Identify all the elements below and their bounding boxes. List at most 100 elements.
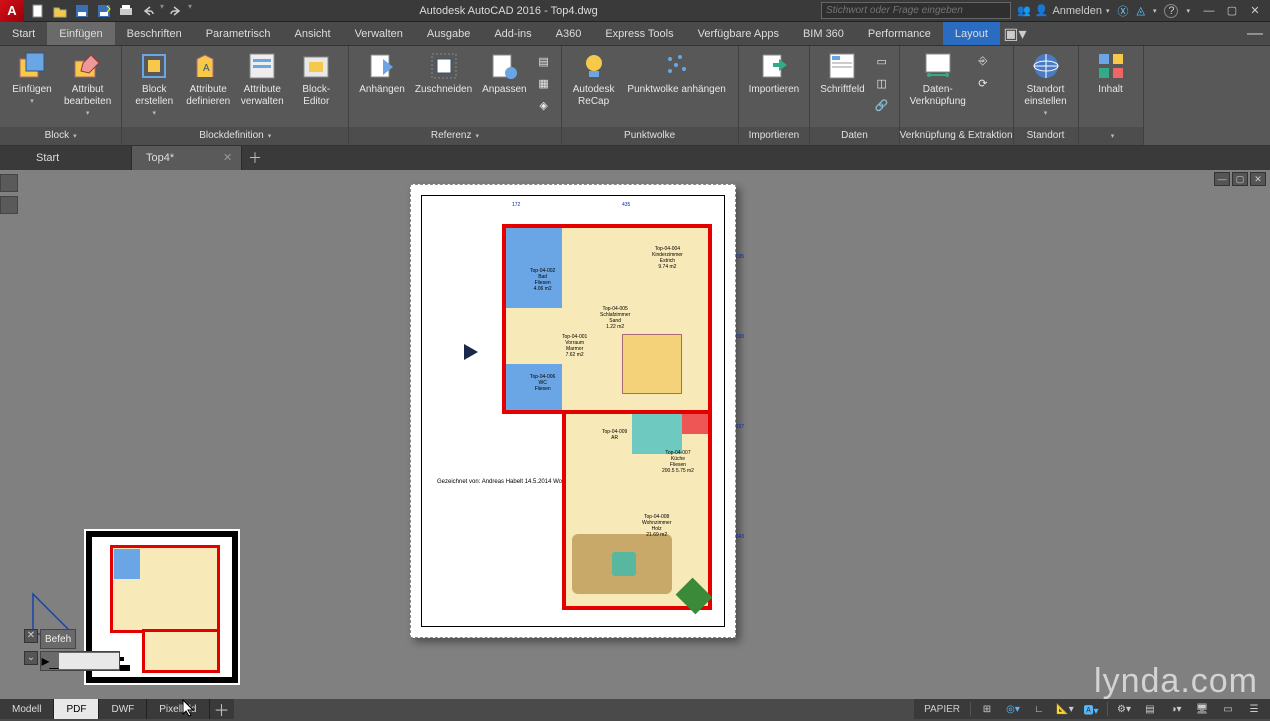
signin-label: Anmelden	[1052, 5, 1102, 17]
panel-title-referenz[interactable]: Referenz	[349, 127, 560, 145]
tab-start[interactable]: Start	[0, 22, 47, 45]
status-custom-icon[interactable]: ☰	[1244, 701, 1264, 717]
infocenter-signin[interactable]: 👥 👤 Anmelden ▾	[1017, 4, 1109, 17]
location-button[interactable]: Standort einstellen▾	[1020, 48, 1072, 119]
exchange-icon[interactable]: Ⓧ	[1118, 3, 1129, 19]
layout-tab-pdf[interactable]: PDF	[54, 699, 99, 719]
tab-layout[interactable]: Layout	[943, 22, 1000, 45]
block-create-button[interactable]: Block erstellen▾	[128, 48, 180, 119]
panel-title-blockdef[interactable]: Blockdefinition	[122, 127, 348, 145]
status-ortho-icon[interactable]: ∟	[1029, 701, 1049, 717]
layout-tab-dwf[interactable]: DWF	[99, 699, 147, 719]
drawing-area[interactable]: — ▢ ✕ Gezeichnet von: Andreas Habelt 14.…	[0, 170, 1270, 699]
a360-icon[interactable]: ◬	[1137, 4, 1145, 17]
attr-manage-button[interactable]: Attribute verwalten	[236, 48, 288, 110]
content-button[interactable]: Inhalt	[1085, 48, 1137, 98]
update-link-icon[interactable]: ⟳	[974, 74, 992, 92]
status-scale-icon[interactable]: 📐▾	[1055, 701, 1075, 717]
titleblock-button[interactable]: Schriftfeld	[816, 48, 868, 98]
status-grid-icon[interactable]: ⊞	[977, 701, 997, 717]
paper-layout[interactable]: Gezeichnet von: Andreas Habelt 14.5.2014…	[410, 184, 736, 638]
status-layout-icon[interactable]: ▤	[1140, 701, 1160, 717]
plot-icon[interactable]	[116, 2, 136, 20]
minimize-button[interactable]: —	[1198, 2, 1220, 20]
ribbon-options-icon[interactable]: ▣▾	[1000, 22, 1030, 45]
adjust-button[interactable]: Anpassen	[478, 48, 530, 98]
app-logo[interactable]: A	[0, 0, 24, 22]
attach-button[interactable]: Anhängen	[355, 48, 409, 98]
vp-maximize-button[interactable]: ▢	[1232, 172, 1248, 186]
close-button[interactable]: ✕	[1244, 2, 1266, 20]
panel-title-inhalt[interactable]	[1079, 127, 1143, 145]
cmd-customize-icon[interactable]: ⌄	[24, 651, 38, 665]
location-icon	[1030, 50, 1062, 82]
field-icon[interactable]: ▭	[873, 52, 891, 70]
tab-verwalten[interactable]: Verwalten	[343, 22, 415, 45]
datalink-button[interactable]: Daten- Verknüpfung	[906, 48, 970, 110]
layout-tabs: Modell PDF DWF Pixelbild ＋	[0, 699, 234, 719]
panel-title-block[interactable]: Block	[0, 127, 121, 145]
status-bar: PAPIER ⊞ ◎▾ ∟ 📐▾ 🅰▾ ⚙▾ ▤ ◑▾ 🖥 ▭ ☰	[914, 699, 1270, 719]
tab-beschriften[interactable]: Beschriften	[115, 22, 194, 45]
pointcloud-attach-button[interactable]: Punktwolke anhängen	[622, 48, 732, 98]
new-icon[interactable]	[28, 2, 48, 20]
content-icon	[1095, 50, 1127, 82]
command-input[interactable]	[59, 653, 119, 669]
ole-icon[interactable]: ◫	[873, 74, 891, 92]
tab-addins[interactable]: Add-ins	[482, 22, 543, 45]
tool-icon[interactable]	[0, 174, 18, 192]
tab-a360[interactable]: A360	[544, 22, 594, 45]
tab-performance[interactable]: Performance	[856, 22, 943, 45]
tab-ansicht[interactable]: Ansicht	[283, 22, 343, 45]
file-tab-top4[interactable]: Top4*✕	[132, 146, 242, 170]
tool-icon[interactable]	[0, 196, 18, 214]
panel-daten: Schriftfeld ▭◫🔗 Daten	[810, 46, 899, 145]
tab-apps[interactable]: Verfügbare Apps	[686, 22, 791, 45]
status-anno-icon[interactable]: 🅰▾	[1081, 701, 1101, 717]
command-line[interactable]: ✕ Befeh ⌄ ▸_	[24, 629, 120, 669]
xref-frames-icon[interactable]: ▦	[535, 74, 553, 92]
tab-express[interactable]: Express Tools	[593, 22, 685, 45]
redo-icon[interactable]	[166, 2, 186, 20]
help-search[interactable]	[821, 2, 1011, 19]
hyperlink-icon[interactable]: 🔗	[873, 96, 891, 114]
edit-attribute-button[interactable]: Attribut bearbeiten▾	[60, 48, 115, 119]
undo-icon[interactable]	[138, 2, 158, 20]
layout-tab-pixelbild[interactable]: Pixelbild	[147, 699, 209, 719]
saveas-icon[interactable]	[94, 2, 114, 20]
tab-ausgabe[interactable]: Ausgabe	[415, 22, 482, 45]
space-label[interactable]: PAPIER	[920, 704, 964, 715]
attr-define-button[interactable]: AAttribute definieren	[182, 48, 234, 110]
layout-tab-add[interactable]: ＋	[210, 699, 234, 719]
help-icon[interactable]: ?	[1164, 4, 1178, 18]
underlay-layers-icon[interactable]: ▤	[535, 52, 553, 70]
ribbon-min-icon[interactable]: —	[1240, 22, 1270, 45]
extract-data-icon[interactable]: ⎆	[974, 52, 992, 70]
open-icon[interactable]	[50, 2, 70, 20]
vp-minimize-button[interactable]: —	[1214, 172, 1230, 186]
status-isolate-icon[interactable]: ◑▾	[1166, 701, 1186, 717]
restore-button[interactable]: ▢	[1221, 2, 1243, 20]
tab-bim360[interactable]: BIM 360	[791, 22, 856, 45]
status-clean-icon[interactable]: ▭	[1218, 701, 1238, 717]
file-tab-add[interactable]: ＋	[242, 146, 268, 170]
save-icon[interactable]	[72, 2, 92, 20]
block-editor-button[interactable]: Block- Editor	[290, 48, 342, 110]
import-icon	[758, 50, 790, 82]
snap-underlay-icon[interactable]: ◈	[535, 96, 553, 114]
help-search-input[interactable]	[821, 2, 1011, 19]
tab-parametrisch[interactable]: Parametrisch	[194, 22, 283, 45]
vp-close-button[interactable]: ✕	[1250, 172, 1266, 186]
status-snap-icon[interactable]: ◎▾	[1003, 701, 1023, 717]
status-gear-icon[interactable]: ⚙▾	[1114, 701, 1134, 717]
recap-button[interactable]: Autodesk ReCap	[568, 48, 620, 110]
close-icon[interactable]: ✕	[223, 151, 235, 163]
clip-button[interactable]: Zuschneiden	[411, 48, 476, 98]
cmd-close-icon[interactable]: ✕	[24, 629, 38, 643]
insert-block-button[interactable]: Einfügen▾	[6, 48, 58, 107]
status-hw-icon[interactable]: 🖥	[1192, 701, 1212, 717]
file-tab-start[interactable]: Start	[22, 146, 132, 170]
tab-einfuegen[interactable]: Einfügen	[47, 22, 114, 45]
import-button[interactable]: Importieren	[745, 48, 804, 98]
layout-tab-modell[interactable]: Modell	[0, 699, 54, 719]
